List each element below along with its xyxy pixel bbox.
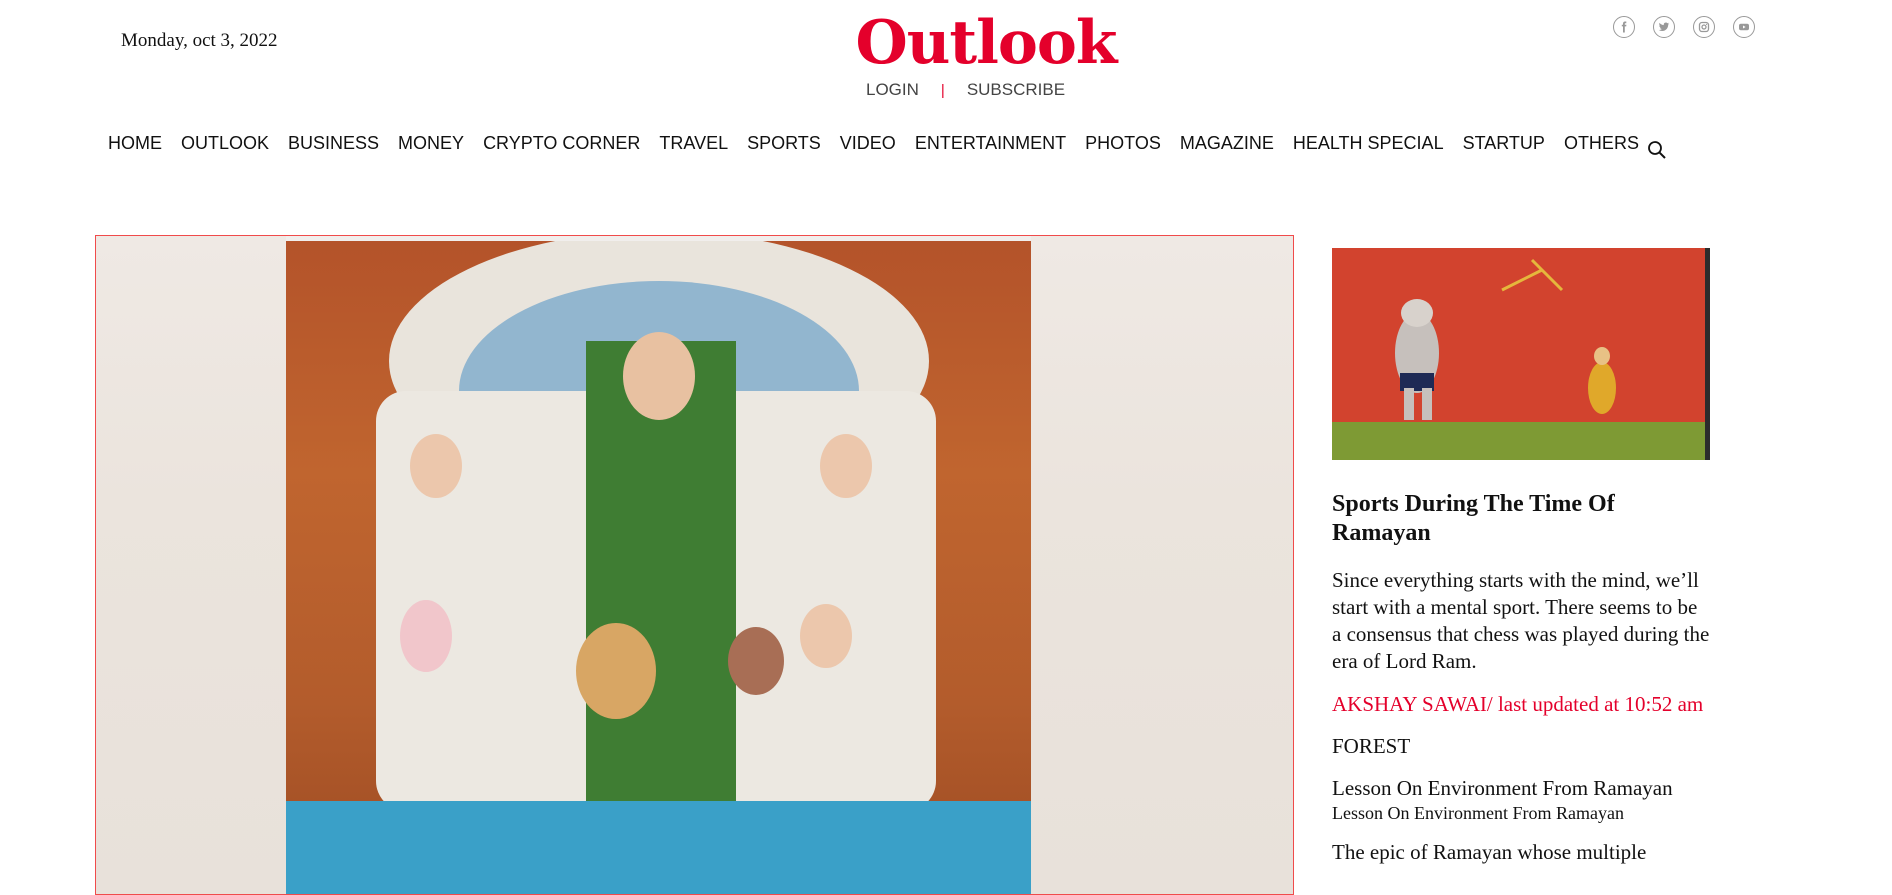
nav-item-money[interactable]: MONEY [398,133,464,154]
auth-separator: | [940,81,945,99]
nav-item-health-special[interactable]: HEALTH SPECIAL [1293,133,1444,154]
nav-item-magazine[interactable]: MAGAZINE [1180,133,1274,154]
login-link[interactable]: LOGIN [866,80,919,100]
sidebar-story-subtitle: Lesson On Environment From Ramayan [1332,803,1624,823]
nav-item-photos[interactable]: PHOTOS [1085,133,1161,154]
auth-links: LOGIN | SUBSCRIBE [866,80,1065,100]
nav-item-crypto-corner[interactable]: CRYPTO CORNER [483,133,640,154]
sidebar-story-text: The epic of Ramayan whose multiple [1332,840,1647,864]
subscribe-link[interactable]: SUBSCRIBE [967,80,1065,100]
sidebar-story-title[interactable]: Lesson On Environment From Ramayan [1332,776,1710,801]
nav-item-entertainment[interactable]: ENTERTAINMENT [915,133,1066,154]
ramayan-painting-thumbnail[interactable] [1332,248,1710,460]
sidebar-headline[interactable]: Sports During The Time Of Ramayan [1332,490,1710,548]
nav-item-sports[interactable]: SPORTS [747,133,821,154]
sidebar-summary: Since everything starts with the mind, w… [1332,568,1710,673]
nav-item-others[interactable]: OTHERS [1564,133,1639,154]
youtube-icon[interactable] [1733,16,1755,38]
current-date: Monday, oct 3, 2022 [121,30,278,51]
social-links [1613,16,1755,38]
nav-item-startup[interactable]: STARTUP [1463,133,1545,154]
search-icon[interactable] [1647,140,1667,160]
outlook-logo[interactable]: Outlook [845,8,1127,78]
sidebar: Sports During The Time Of Ramayan Since … [1332,248,1710,865]
idol-illustration [286,236,1033,894]
nav-item-video[interactable]: VIDEO [840,133,896,154]
nav-item-business[interactable]: BUSINESS [288,133,379,154]
sidebar-author: AKSHAY SAWAI/ last updated at 10:52 am [1332,692,1704,716]
durga-idol-photo [286,236,1033,894]
nav-item-travel[interactable]: TRAVEL [659,133,728,154]
twitter-icon[interactable] [1653,16,1675,38]
sidebar-category[interactable]: FOREST [1332,734,1710,759]
main-nav: HOME OUTLOOK BUSINESS MONEY CRYPTO CORNE… [108,126,1667,160]
hero-image-blur-right [1031,236,1293,894]
hero-image[interactable] [95,235,1294,895]
nav-item-home[interactable]: HOME [108,133,162,154]
instagram-icon[interactable] [1693,16,1715,38]
facebook-icon[interactable] [1613,16,1635,38]
painting-figures [1395,258,1616,420]
hero-image-blur-left [96,236,286,894]
nav-item-outlook[interactable]: OUTLOOK [181,133,269,154]
